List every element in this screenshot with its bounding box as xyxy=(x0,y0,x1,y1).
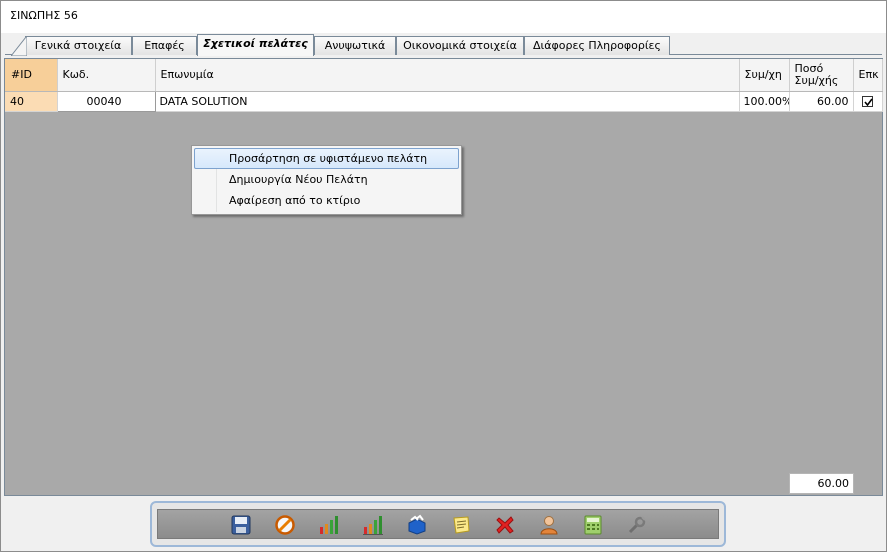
bar-chart-icon xyxy=(320,516,338,534)
tab-contacts[interactable]: Επαφές xyxy=(132,36,197,55)
column-header-share[interactable]: Συμ/χη xyxy=(739,59,790,92)
tab-slant-decoration xyxy=(11,36,27,56)
column-header-check[interactable]: Επκ xyxy=(853,59,883,92)
cell-name[interactable]: DATA SOLUTION xyxy=(155,91,740,112)
chart-alt-button[interactable] xyxy=(360,513,386,537)
tab-label: Ανυψωτικά xyxy=(324,39,386,52)
grid-header-row: #ID Κωδ. Επωνυμία Συμ/χη Ποσό Συμ/χής Επ… xyxy=(5,59,883,92)
tab-label: Διάφορες Πληροφορίες xyxy=(533,39,661,52)
menu-item-attach-existing-client[interactable]: Προσάρτηση σε υφιστάμενο πελάτη xyxy=(194,148,459,169)
grid-table: #ID Κωδ. Επωνυμία Συμ/χη Ποσό Συμ/χής Επ… xyxy=(5,59,883,112)
client-window: ΣΙΝΩΠΗΣ 56 Γενικά στοιχεία Επαφές Σχετικ… xyxy=(0,0,887,552)
tab-misc-info[interactable]: Διάφορες Πληροφορίες xyxy=(524,36,670,55)
user-button[interactable] xyxy=(536,513,562,537)
tab-related-clients[interactable]: Σχετικοί πελάτες xyxy=(197,34,314,56)
cell-id[interactable]: 40 xyxy=(5,91,58,112)
chart-button[interactable] xyxy=(316,513,342,537)
box-icon xyxy=(408,514,426,535)
column-header-name[interactable]: Επωνυμία xyxy=(155,59,740,92)
checkmark-icon xyxy=(864,98,873,107)
tab-label: Επαφές xyxy=(144,39,185,52)
menu-item-create-new-client[interactable]: Δημιουργία Νέου Πελάτη xyxy=(194,169,459,190)
menu-item-remove-from-building[interactable]: Αφαίρεση από το κτίριο xyxy=(194,190,459,211)
user-icon xyxy=(540,516,558,535)
tab-general-info[interactable]: Γενικά στοιχεία xyxy=(11,36,132,56)
calculator-icon xyxy=(584,515,602,535)
save-icon xyxy=(231,515,251,535)
cell-amount[interactable]: 60.00 xyxy=(789,91,854,112)
cell-check[interactable] xyxy=(853,91,883,112)
column-header-id[interactable]: #ID xyxy=(5,59,58,92)
cell-code[interactable]: 00040 xyxy=(56,90,156,112)
tools-button[interactable] xyxy=(624,513,650,537)
window-title: ΣΙΝΩΠΗΣ 56 xyxy=(10,9,78,22)
tools-icon xyxy=(628,516,646,534)
context-menu: Προσάρτηση σε υφιστάμενο πελάτη Δημιουργ… xyxy=(191,145,462,215)
table-row[interactable]: 40 00040 DATA SOLUTION 100.00% 60.00 xyxy=(5,90,883,112)
toolbar xyxy=(157,509,719,539)
column-header-amount[interactable]: Ποσό Συμ/χής xyxy=(789,59,854,92)
tab-elevators[interactable]: Ανυψωτικά xyxy=(314,36,396,55)
notes-icon xyxy=(453,516,470,534)
delete-button[interactable] xyxy=(492,513,518,537)
checkbox-checked[interactable] xyxy=(862,96,873,107)
cell-share[interactable]: 100.00% xyxy=(739,91,790,112)
related-clients-grid[interactable]: #ID Κωδ. Επωνυμία Συμ/χη Ποσό Συμ/χής Επ… xyxy=(4,58,883,496)
column-header-amount-line2: Συμ/χής xyxy=(794,73,839,87)
tab-label: Οικονομικά στοιχεία xyxy=(403,39,517,52)
delete-icon xyxy=(496,516,514,534)
cancel-icon xyxy=(275,515,295,535)
tab-strip: Γενικά στοιχεία Επαφές Σχετικοί πελάτες … xyxy=(1,34,886,56)
box-button[interactable] xyxy=(404,513,430,537)
toolbar-frame xyxy=(150,501,726,547)
tab-label: Σχετικοί πελάτες xyxy=(203,37,308,50)
notes-button[interactable] xyxy=(448,513,474,537)
tab-label: Γενικά στοιχεία xyxy=(34,39,122,52)
total-amount-field: 60.00 xyxy=(789,473,854,494)
bar-chart-alt-icon xyxy=(363,516,383,535)
calculator-button[interactable] xyxy=(580,513,606,537)
column-header-code[interactable]: Κωδ. xyxy=(57,59,156,92)
cancel-button[interactable] xyxy=(272,513,298,537)
save-button[interactable] xyxy=(228,513,254,537)
tab-financial-info[interactable]: Οικονομικά στοιχεία xyxy=(396,36,524,55)
title-bar: ΣΙΝΩΠΗΣ 56 xyxy=(1,1,886,33)
